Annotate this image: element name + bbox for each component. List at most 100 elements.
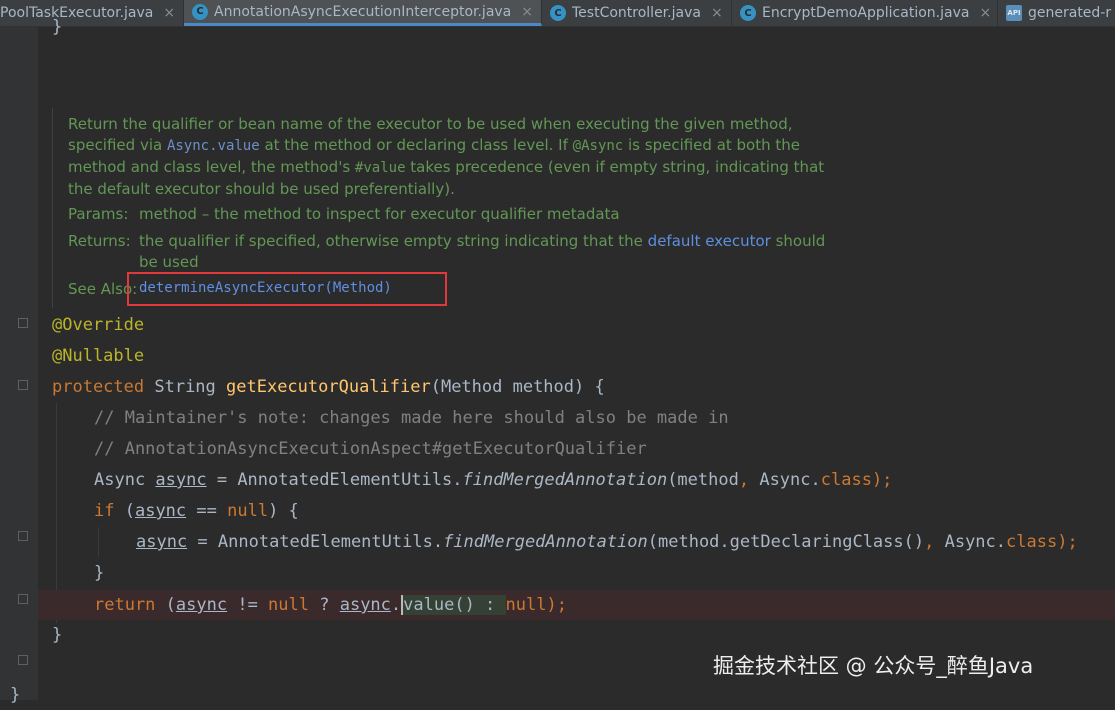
code-text: ); (1057, 532, 1078, 552)
code-line-async-assign: Async async = AnnotatedElementUtils.find… (94, 465, 892, 495)
javadoc-description: Return the qualifier or bean name of the… (68, 114, 1108, 200)
javadoc-line: the qualifier if specified, otherwise em… (139, 231, 839, 252)
code-line-if-close: } (94, 563, 105, 583)
method-value[interactable]: alue() : (413, 595, 506, 615)
code-line-comment1: // Maintainer's note: changes made here … (94, 403, 729, 433)
javadoc-returns-label: Returns: (68, 232, 131, 250)
seealso-link[interactable]: determineAsyncExecutor(Method) (139, 280, 392, 296)
comment: // Maintainer's note: changes made here … (94, 408, 729, 428)
type: Async (94, 470, 156, 490)
keyword-null: null (227, 501, 269, 521)
code-text: != (227, 595, 269, 615)
tab-label: TestController.java (572, 5, 701, 21)
code-text: Async. (749, 470, 821, 490)
variable-async[interactable]: async (340, 595, 391, 615)
fold-marker-icon[interactable] (18, 655, 28, 665)
javadoc-text: specified via (68, 136, 167, 154)
code-line-method-close: } (52, 625, 63, 645)
text-caret[interactable]: v (401, 595, 414, 615)
code-line-nullable: @Nullable (52, 341, 144, 371)
tab-encryptdemoapplication[interactable]: C EncryptDemoApplication.java × (732, 0, 998, 26)
variable-async[interactable]: async (176, 595, 227, 615)
tab-label: AnnotationAsyncExecutionInterceptor.java (214, 3, 512, 20)
comment: // AnnotationAsyncExecutionAspect#getExe… (94, 439, 647, 459)
tab-annotationasyncexecutioninterceptor[interactable]: C AnnotationAsyncExecutionInterceptor.ja… (184, 0, 542, 26)
tab-label: EncryptDemoApplication.java (762, 5, 970, 21)
keyword-return: return (94, 595, 156, 615)
variable-async[interactable]: async (155, 470, 206, 490)
code-text: ); (546, 595, 567, 615)
fold-marker-icon[interactable] (18, 318, 28, 328)
javadoc-text: at the method or declaring class level. … (259, 136, 573, 154)
code-text: ) { (268, 501, 299, 521)
fold-marker-icon[interactable] (18, 380, 28, 390)
code-text: (method.getDeclaringClass() (647, 532, 925, 552)
javadoc-params-text: method – the method to inspect for execu… (139, 205, 620, 223)
javadoc-line: the default executor should be used pref… (68, 180, 455, 198)
code-text: = AnnotatedElementUtils. (187, 532, 444, 552)
annotation-override: @Override (52, 315, 145, 335)
javadoc-code-ref[interactable]: Async.value (167, 138, 260, 154)
variable-async[interactable]: async (135, 501, 186, 521)
javadoc-line: be used (139, 253, 199, 271)
code-text: ( (155, 595, 176, 615)
keyword-protected: protected (52, 377, 145, 397)
return-type: String (144, 377, 227, 397)
keyword-class: class (1006, 532, 1058, 552)
tab-label: generated-r (1028, 5, 1112, 21)
code-line-override: @Override (52, 310, 144, 340)
fold-marker-icon[interactable] (18, 594, 28, 604)
fold-marker-icon[interactable] (18, 531, 28, 541)
code-line-class-close: } (10, 685, 21, 705)
code-line-signature: protected String getExecutorQualifier(Me… (52, 372, 605, 402)
close-icon[interactable]: × (163, 5, 175, 21)
method-name[interactable]: getExecutorQualifier (226, 377, 431, 397)
javadoc-text: method and class level, the method's (68, 158, 355, 176)
tab-generated[interactable]: API generated-r (998, 0, 1115, 26)
tab-testcontroller[interactable]: C TestController.java × (542, 0, 732, 26)
code-text: ? (309, 595, 340, 615)
indent-guide (98, 527, 99, 557)
comma: , (738, 470, 750, 490)
api-icon: API (1006, 5, 1022, 21)
javadoc-text: is specified at both the (623, 136, 801, 154)
keyword-null: null (505, 595, 547, 615)
javadoc-text: the qualifier if specified, otherwise em… (139, 232, 648, 250)
code-text: ( (114, 501, 135, 521)
code-text: ); (871, 470, 893, 490)
java-class-icon: C (740, 5, 756, 21)
javadoc-line: Return the qualifier or bean name of the… (68, 115, 793, 133)
parameters: (Method method) { (430, 377, 605, 397)
code-text: Async. (934, 532, 1007, 552)
code-line-comment2: // AnnotationAsyncExecutionAspect#getExe… (94, 434, 647, 464)
keyword-class: class (820, 470, 872, 490)
code-line-async-reassign: async = AnnotatedElementUtils.findMerged… (136, 527, 1078, 557)
close-icon[interactable]: × (711, 5, 723, 21)
close-icon[interactable]: × (521, 4, 533, 20)
comma: , (924, 532, 935, 552)
javadoc-params-label: Params: (68, 205, 129, 223)
javadoc-text: takes precedence (even if empty string, … (405, 158, 825, 176)
watermark: 掘金技术社区 @ 公众号_醉鱼Java (713, 654, 1034, 678)
java-class-icon: C (550, 5, 566, 21)
editor-tab-bar: PoolTaskExecutor.java × C AnnotationAsyn… (0, 0, 1115, 27)
annotation-nullable: @Nullable (52, 346, 145, 366)
editor-gutter[interactable] (0, 27, 38, 700)
keyword-null: null (268, 595, 309, 615)
javadoc-code: @Async (572, 138, 624, 154)
code-line-return: return (async != null ? async. value() : … (94, 590, 567, 620)
variable-async[interactable]: async (136, 532, 187, 552)
javadoc-returns-text: the qualifier if specified, otherwise em… (139, 231, 839, 273)
default-executor-link[interactable]: default executor (648, 232, 771, 250)
javadoc-line: specified via Async.value at the method … (68, 135, 1108, 157)
code-line-if: if (async == null) { (94, 496, 299, 526)
code-text: == (186, 501, 228, 521)
tab-label: PoolTaskExecutor.java (0, 5, 154, 21)
javadoc-code: #value (354, 160, 406, 176)
close-icon[interactable]: × (979, 5, 991, 21)
static-method[interactable]: findMergedAnnotation (462, 470, 667, 490)
static-method[interactable]: findMergedAnnotation (443, 532, 648, 552)
code-text: . (390, 595, 402, 615)
tab-pooltaskexecutor[interactable]: PoolTaskExecutor.java × (0, 0, 184, 26)
code-text: = AnnotatedElementUtils. (206, 470, 463, 490)
